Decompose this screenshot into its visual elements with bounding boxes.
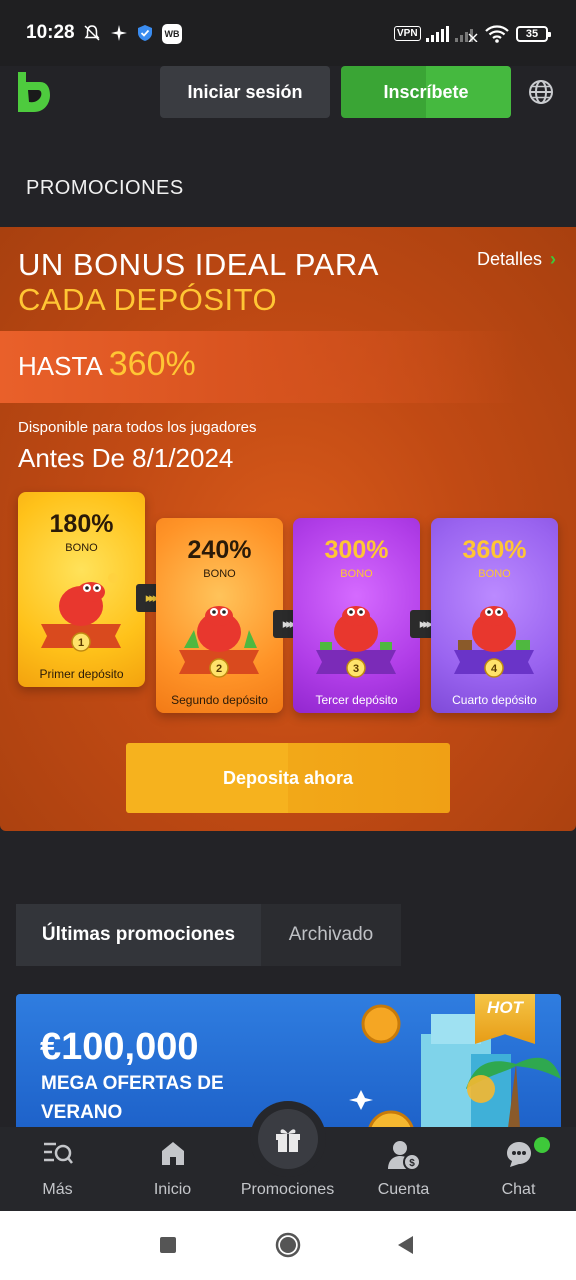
system-navigation-bar	[0, 1211, 576, 1280]
bonus-card-step: 1	[78, 637, 84, 649]
tab-latest-promotions[interactable]: Últimas promociones	[16, 904, 261, 966]
chat-online-indicator	[534, 1137, 550, 1153]
nav-item-cuenta[interactable]: $ Cuenta	[346, 1127, 461, 1211]
nav-label: Promociones	[240, 1181, 335, 1198]
bonus-card-step: 4	[491, 663, 498, 675]
chat-icon	[506, 1142, 531, 1167]
bell-off-icon	[84, 25, 100, 41]
nav-item-chat[interactable]: Chat	[461, 1127, 576, 1211]
battery-indicator: 35	[516, 26, 551, 42]
tab-archived[interactable]: Archivado	[261, 904, 401, 966]
chevron-right-icon: ›	[550, 249, 556, 269]
bonus-card-percent: 240%	[187, 536, 252, 564]
bonus-card-label: Segundo depósito	[171, 693, 268, 707]
bc-logo-icon	[18, 72, 50, 112]
signal-icon	[426, 26, 449, 42]
bonus-card-2[interactable]: 240% BONO 2 Segundo depósito	[156, 518, 283, 713]
details-link[interactable]: Detalles ›	[477, 249, 556, 270]
bonus-card-label: Tercer depósito	[315, 693, 398, 707]
nav-item-mas[interactable]: Más	[0, 1127, 115, 1211]
svg-text:$: $	[409, 1158, 415, 1169]
page-title: PROMOCIONES	[26, 177, 184, 199]
hot-card-line2: VERANO	[41, 1102, 123, 1123]
nav-item-inicio[interactable]: Inicio	[115, 1127, 230, 1211]
promotions-fab-inner	[258, 1109, 318, 1169]
bonus-card-bono: BONO	[478, 568, 511, 580]
home-icon	[161, 1142, 184, 1165]
max-bonus: HASTA 360%	[18, 345, 196, 384]
signal-weak-icon	[455, 29, 478, 42]
back-icon[interactable]	[396, 1235, 416, 1255]
promotions-fab[interactable]	[250, 1101, 326, 1177]
status-time: 10:28	[26, 22, 75, 43]
deposit-now-button[interactable]: Deposita ahora	[126, 743, 450, 813]
promotions-tabs: Últimas promociones Archivado	[16, 904, 401, 966]
dragon-mascot-icon: 3	[316, 606, 396, 678]
bonus-card-step: 3	[353, 663, 359, 675]
sparkle-icon	[111, 25, 127, 41]
gift-icon	[276, 1129, 300, 1152]
shield-check-icon	[138, 25, 152, 41]
dragon-mascot-icon: 4	[454, 606, 534, 678]
bonus-card-percent: 360%	[462, 536, 527, 564]
bonus-card-label: Primer depósito	[39, 667, 124, 681]
signup-button[interactable]: Inscríbete	[341, 66, 511, 118]
promo-title-line1: UN BONUS IDEAL PARA	[18, 247, 379, 282]
nav-label: Cuenta	[377, 1181, 430, 1198]
wifi-icon	[485, 25, 509, 43]
vpn-indicator: VPN	[394, 26, 421, 41]
nav-label: Más	[42, 1181, 73, 1198]
app-header: Iniciar sesión Inscríbete	[0, 66, 576, 132]
hasta-label: HASTA	[18, 351, 103, 381]
bonus-card-bono: BONO	[65, 542, 98, 554]
recent-apps-icon[interactable]	[159, 1236, 177, 1254]
deposit-bonus-banner: UN BONUS IDEAL PARA CADA DEPÓSITO Detall…	[0, 227, 576, 831]
search-list-icon	[43, 1142, 73, 1164]
bonus-card-4[interactable]: 360% BONO 4 Cuarto depósito	[431, 518, 558, 713]
bonus-card-step: 2	[216, 663, 222, 675]
wb-app-icon: WB	[162, 24, 182, 44]
bonus-card-bono: BONO	[203, 568, 236, 580]
bonus-card-1[interactable]: 180% BONO 1 Primer depósito	[18, 492, 145, 687]
hot-card-line1: MEGA OFERTAS DE	[41, 1073, 224, 1094]
bonus-card-label: Cuarto depósito	[452, 693, 537, 707]
promo-title-line2: CADA DEPÓSITO	[18, 282, 278, 317]
max-bonus-value: 360%	[108, 345, 196, 383]
bonus-card-percent: 180%	[49, 510, 114, 538]
account-icon: $	[387, 1141, 421, 1171]
home-button-icon[interactable]	[274, 1231, 302, 1259]
status-bar: 10:28 WB VPN 35	[0, 0, 576, 66]
dragon-mascot-icon: 1	[41, 573, 121, 652]
login-button[interactable]: Iniciar sesión	[160, 66, 330, 118]
bonus-card-percent: 300%	[324, 536, 389, 564]
deadline-text: Antes De 8/1/2024	[18, 443, 234, 473]
nav-label: Inicio	[153, 1181, 192, 1198]
availability-text: Disponible para todos los jugadores	[18, 419, 257, 436]
bonus-card-bono: BONO	[340, 568, 373, 580]
bonus-card-3[interactable]: 300% BONO 3 Tercer depósito	[293, 518, 420, 713]
screen: 10:28 WB VPN 35 Iniciar sesión Inscríbet…	[0, 0, 576, 1280]
hot-card-amount: €100,000	[40, 1026, 199, 1068]
globe-icon[interactable]	[528, 79, 554, 105]
dragon-mascot-icon: 2	[179, 606, 259, 678]
details-label: Detalles	[476, 249, 542, 269]
nav-label: Chat	[501, 1181, 536, 1198]
